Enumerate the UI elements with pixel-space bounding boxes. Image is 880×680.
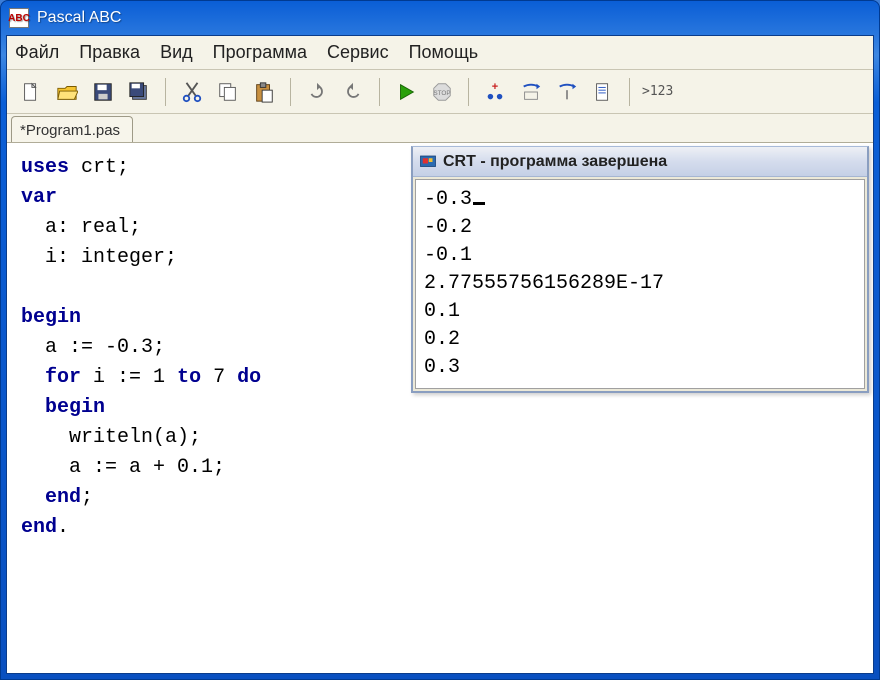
kw-var: var <box>21 186 57 209</box>
dot: . <box>57 516 69 539</box>
step-out-button[interactable] <box>553 78 581 106</box>
breakpoint-button[interactable] <box>589 78 617 106</box>
out-line-4: 0.1 <box>424 300 460 323</box>
semi: ; <box>117 156 129 179</box>
save-all-button[interactable] <box>125 78 153 106</box>
step-into-button[interactable] <box>517 78 545 106</box>
crt-title-text: CRT - программа завершена <box>443 153 667 171</box>
crt-app-icon <box>419 153 437 171</box>
svg-text:+: + <box>492 81 498 93</box>
kw-for: for <box>45 366 81 389</box>
run-button[interactable] <box>392 78 420 106</box>
new-file-icon <box>20 81 42 103</box>
open-file-icon <box>56 81 78 103</box>
stmt-writeln: writeln(a); <box>69 426 201 449</box>
kw-end-2: end <box>21 516 57 539</box>
save-icon <box>92 81 114 103</box>
paste-icon <box>253 81 275 103</box>
out-line-2: -0.1 <box>424 244 472 267</box>
kw-uses: uses <box>21 156 69 179</box>
out-line-6: 0.3 <box>424 356 460 379</box>
new-file-button[interactable] <box>17 78 45 106</box>
svg-text:STOP: STOP <box>433 89 450 96</box>
decl-a: a: real; <box>45 216 141 239</box>
paste-button[interactable] <box>250 78 278 106</box>
stop-icon: STOP <box>431 81 453 103</box>
stop-button[interactable]: STOP <box>428 78 456 106</box>
menubar: Файл Правка Вид Программа Сервис Помощь <box>7 36 873 70</box>
menu-help[interactable]: Помощь <box>409 42 479 63</box>
goto-line-button[interactable]: >123 <box>642 78 673 106</box>
semi: ; <box>81 486 93 509</box>
crt-titlebar[interactable]: CRT - программа завершена <box>413 147 867 177</box>
step-over-button[interactable]: + <box>481 78 509 106</box>
step-out-icon <box>556 81 578 103</box>
save-all-icon <box>128 81 150 103</box>
save-button[interactable] <box>89 78 117 106</box>
tab-bar: *Program1.pas <box>7 114 873 142</box>
client-area: Файл Правка Вид Программа Сервис Помощь <box>6 35 874 674</box>
window-title: Pascal ABC <box>37 9 121 27</box>
main-window: ABC Pascal ABC Файл Правка Вид Программа… <box>0 0 880 680</box>
menu-view[interactable]: Вид <box>160 42 193 63</box>
crt-output: -0.3 -0.2 -0.1 2.77555756156289E-17 0.1 … <box>415 179 865 389</box>
editor-area[interactable]: uses crt; var a: real; i: integer; begin… <box>7 142 873 673</box>
redo-button[interactable] <box>339 78 367 106</box>
toolbar-separator <box>290 78 291 106</box>
run-icon <box>395 81 417 103</box>
undo-button[interactable] <box>303 78 331 106</box>
step-into-icon <box>520 81 542 103</box>
out-line-1: -0.2 <box>424 216 472 239</box>
titlebar[interactable]: ABC Pascal ABC <box>1 1 879 35</box>
redo-icon <box>342 81 364 103</box>
out-line-5: 0.2 <box>424 328 460 351</box>
kw-do: do <box>237 366 261 389</box>
stmt-a-assign: a := -0.3; <box>45 336 165 359</box>
breakpoint-icon <box>592 81 614 103</box>
open-file-button[interactable] <box>53 78 81 106</box>
cut-icon <box>181 81 203 103</box>
copy-icon <box>217 81 239 103</box>
menu-edit[interactable]: Правка <box>79 42 140 63</box>
undo-icon <box>306 81 328 103</box>
cut-button[interactable] <box>178 78 206 106</box>
toolbar-separator <box>629 78 630 106</box>
stmt-a-inc: a := a + 0.1; <box>69 456 225 479</box>
toolbar-separator <box>379 78 380 106</box>
toolbar-separator <box>468 78 469 106</box>
toolbar-separator <box>165 78 166 106</box>
copy-button[interactable] <box>214 78 242 106</box>
app-icon: ABC <box>9 8 29 28</box>
step-over-icon: + <box>484 81 506 103</box>
menu-file[interactable]: Файл <box>15 42 59 63</box>
out-line-0: -0.3 <box>424 188 472 211</box>
menu-program[interactable]: Программа <box>213 42 307 63</box>
decl-i: i: integer; <box>45 246 177 269</box>
out-line-3: 2.77555756156289E-17 <box>424 272 664 295</box>
toolbar: STOP + >123 <box>7 70 873 114</box>
crt-output-window[interactable]: CRT - программа завершена -0.3 -0.2 -0.1… <box>411 146 869 393</box>
kw-begin: begin <box>21 306 81 329</box>
id-crt: crt <box>81 156 117 179</box>
kw-to: to <box>177 366 201 389</box>
menu-service[interactable]: Сервис <box>327 42 389 63</box>
cursor <box>473 202 485 205</box>
kw-end-1: end <box>45 486 81 509</box>
tab-label: *Program1.pas <box>20 122 120 139</box>
tab-program1[interactable]: *Program1.pas <box>11 116 133 142</box>
for-rest: i := 1 <box>93 366 165 389</box>
num-7: 7 <box>213 366 225 389</box>
kw-begin-2: begin <box>45 396 105 419</box>
